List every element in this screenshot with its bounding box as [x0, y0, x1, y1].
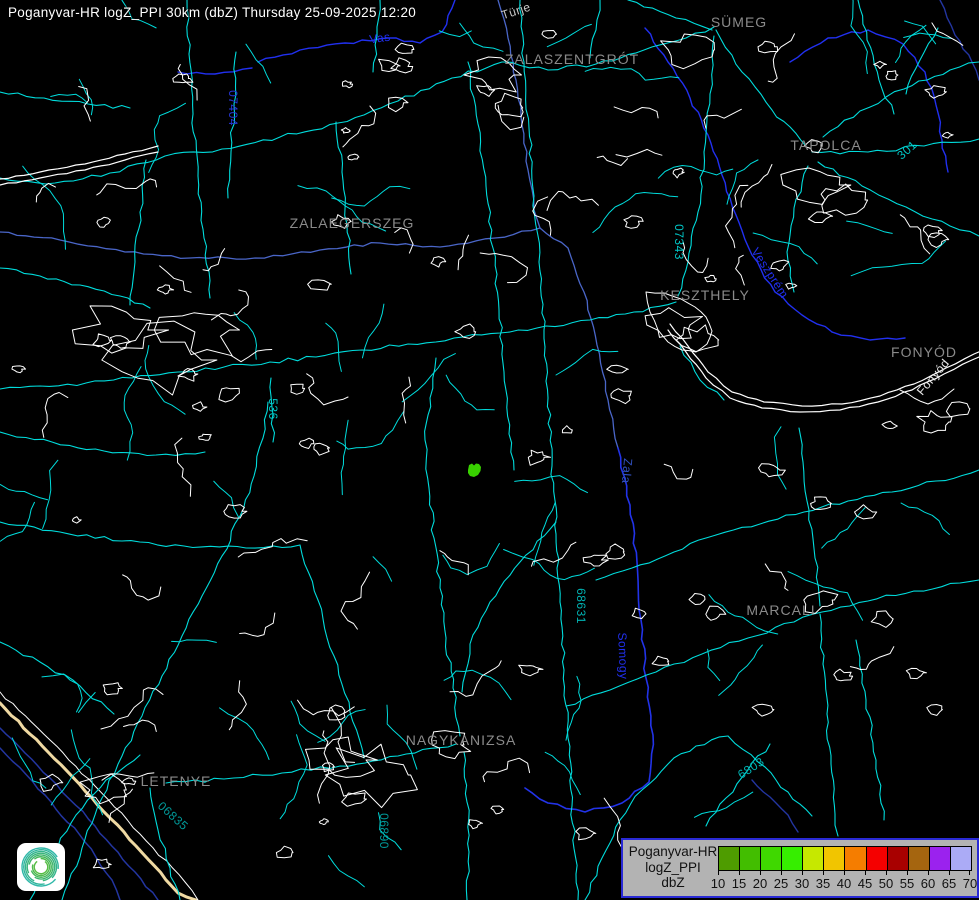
legend-tick	[823, 871, 824, 875]
legend-color-cell	[740, 847, 761, 870]
legend-color-cell	[867, 847, 888, 870]
legend-tick-label: 65	[942, 876, 956, 891]
legend-panel: Poganyvar-HR logZ_PPI dbZ 10 15 20 25 30 35 40…	[621, 838, 979, 898]
city-label-marcali: MARCALI	[746, 602, 815, 618]
city-label-fonyod: FONYÓD	[891, 344, 957, 360]
legend-tick-label: 70	[963, 876, 977, 891]
legend-color-cell	[845, 847, 866, 870]
legend-color-cell	[719, 847, 740, 870]
legend-tick	[949, 871, 950, 875]
legend-tick-label: 20	[753, 876, 767, 891]
legend-tick	[969, 871, 970, 875]
legend-tick-label: 30	[795, 876, 809, 891]
spiral-logo-icon	[17, 843, 65, 891]
map-label-vas: Vas	[368, 30, 391, 47]
legend-color-cell	[782, 847, 803, 870]
legend-tick	[928, 871, 929, 875]
radar-map	[0, 0, 979, 900]
legend-text: Poganyvar-HR logZ_PPI dbZ	[627, 844, 719, 891]
map-label-07404: 07404	[226, 90, 240, 126]
legend-tick	[865, 871, 866, 875]
legend-tick-label: 50	[879, 876, 893, 891]
map-label-68631: 68631	[574, 588, 588, 624]
city-label-tapolca: TAPOLCA	[790, 137, 861, 153]
legend-tick-label: 60	[921, 876, 935, 891]
legend-tick-label: 35	[816, 876, 830, 891]
city-label-keszthely: KESZTHELY	[660, 287, 750, 303]
legend-tick-label: 25	[774, 876, 788, 891]
legend-tick	[781, 871, 782, 875]
legend-tick	[802, 871, 803, 875]
legend-color-cell	[803, 847, 824, 870]
map-label-536: 536	[266, 398, 280, 420]
legend-tick	[760, 871, 761, 875]
legend-color-cell	[930, 847, 951, 870]
legend-color-cell	[909, 847, 930, 870]
legend-unit: dbZ	[627, 875, 719, 891]
legend-site-name: Poganyvar-HR	[627, 844, 719, 860]
city-label-letenye: LETENYE	[141, 773, 212, 789]
legend-color-cell	[761, 847, 782, 870]
legend-color-cell	[951, 847, 971, 870]
met-service-logo	[17, 843, 65, 891]
legend-tick-label: 45	[858, 876, 872, 891]
map-label-06890: 06890	[377, 813, 391, 849]
map-label-somogy: Somogy	[615, 632, 631, 679]
legend-tick-labels: 10152025303540455055606570	[718, 876, 971, 892]
legend-tick-label: 10	[711, 876, 725, 891]
legend-tick	[907, 871, 908, 875]
legend-colorbar	[718, 846, 972, 871]
map-label-07343: 07343	[672, 224, 686, 260]
legend-tick	[718, 871, 719, 875]
legend-color-cell	[824, 847, 845, 870]
legend-tick	[739, 871, 740, 875]
legend-tick-label: 55	[900, 876, 914, 891]
legend-tick	[844, 871, 845, 875]
legend-color-cell	[888, 847, 909, 870]
product-title: Poganyvar-HR logZ_PPI 30km (dbZ) Thursda…	[8, 5, 416, 20]
map-label-zala: Zala	[619, 458, 635, 484]
legend-tick-label: 40	[837, 876, 851, 891]
legend-tick	[886, 871, 887, 875]
city-label-nagykanizsa: NAGYKANIZSA	[406, 732, 517, 748]
city-label-zalaegerszeg: ZALAEGERSZEG	[290, 215, 415, 231]
city-label-zalaszentgrot: ZALASZENTGRÓT	[505, 51, 639, 67]
legend-product-name: logZ_PPI	[627, 860, 719, 876]
radar-map-stage: Poganyvar-HR logZ_PPI 30km (dbZ) Thursda…	[0, 0, 979, 900]
city-label-sumeg: SÜMEG	[711, 14, 767, 30]
legend-tick-label: 15	[732, 876, 746, 891]
